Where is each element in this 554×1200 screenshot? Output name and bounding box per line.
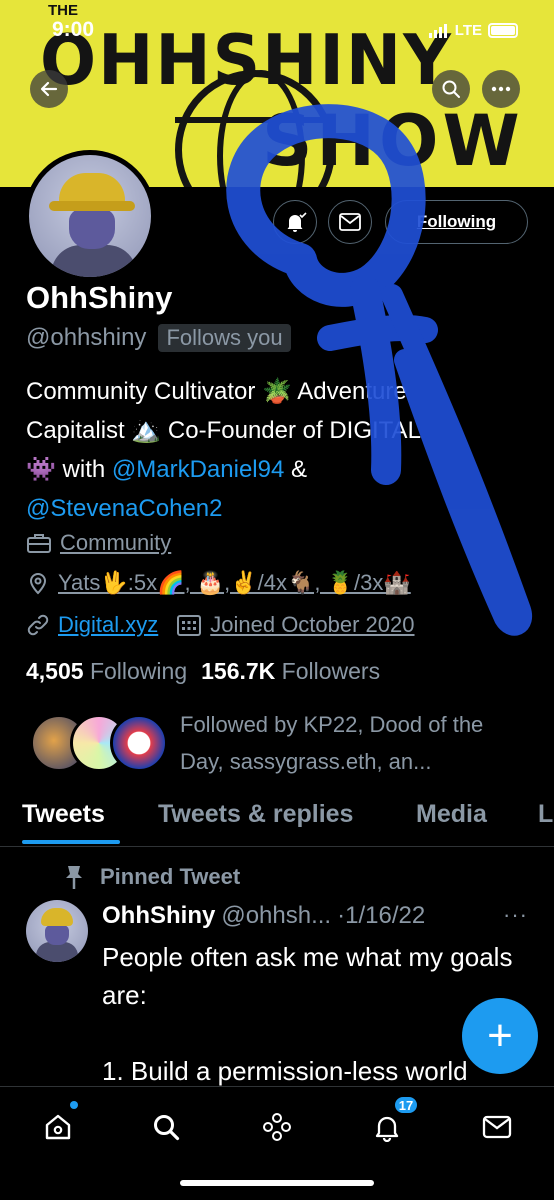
home-icon bbox=[45, 1114, 71, 1140]
bio-line-2: Capitalist 🏔️ Co-Founder of DIGITAL bbox=[26, 417, 421, 444]
followed-by-avatars[interactable] bbox=[30, 714, 170, 774]
signal-icon bbox=[428, 23, 447, 38]
more-options-button[interactable] bbox=[482, 70, 520, 108]
joined-date: Joined October 2020 bbox=[210, 612, 415, 637]
followers-stat[interactable]: 156.7K Followers bbox=[201, 658, 380, 685]
website-joined-row: Digital.xyz Joined October 2020 bbox=[26, 612, 415, 638]
handle-row: @ohhshiny Follows you bbox=[26, 324, 291, 352]
location-text[interactable]: Yats🖖:5x🌈, 🎂,✌️/4x🐐, 🍍/3x🏰 bbox=[58, 570, 411, 596]
bio-line-3: 👾 with @MarkDaniel94 & bbox=[26, 456, 308, 483]
search-icon bbox=[442, 80, 460, 98]
nav-spaces[interactable] bbox=[257, 1107, 297, 1147]
plus-icon: + bbox=[487, 1011, 513, 1060]
nav-search[interactable] bbox=[146, 1107, 186, 1147]
briefcase-icon bbox=[27, 534, 51, 553]
tweet-author-avatar[interactable] bbox=[26, 900, 88, 962]
location-icon bbox=[29, 573, 47, 595]
mention-link[interactable]: @MarkDaniel94 bbox=[112, 456, 284, 483]
tab-likes[interactable]: Likes bbox=[538, 800, 554, 829]
mention-link[interactable]: @StevenaCohen2 bbox=[26, 495, 223, 522]
tweet-body[interactable]: People often ask me what my goals are: 1… bbox=[102, 938, 522, 1090]
nav-home[interactable] bbox=[38, 1107, 78, 1147]
calendar-icon bbox=[177, 615, 202, 636]
back-button[interactable] bbox=[30, 70, 68, 108]
notifications-toggle-button[interactable] bbox=[273, 200, 317, 244]
following-button[interactable]: Following bbox=[385, 200, 528, 244]
category-link[interactable]: Community bbox=[60, 530, 171, 556]
avatar bbox=[110, 714, 168, 772]
home-new-indicator bbox=[70, 1101, 78, 1109]
tweet-date: ·1/16/22 bbox=[337, 902, 426, 929]
profile-avatar[interactable] bbox=[24, 150, 156, 282]
divider bbox=[0, 846, 554, 847]
tab-tweets[interactable]: Tweets bbox=[22, 800, 105, 829]
category-row: Community bbox=[26, 530, 171, 556]
website-link[interactable]: Digital.xyz bbox=[58, 612, 158, 638]
follows-you-badge: Follows you bbox=[158, 324, 291, 352]
tweet-more-button[interactable]: ··· bbox=[503, 902, 528, 928]
mail-icon bbox=[482, 1115, 512, 1139]
nav-messages[interactable] bbox=[477, 1107, 517, 1147]
active-tab-indicator bbox=[22, 840, 120, 844]
back-arrow-icon bbox=[40, 81, 58, 97]
tweet-author-handle: @ohhsh... bbox=[221, 902, 332, 929]
bell-check-icon bbox=[287, 212, 307, 232]
tab-media[interactable]: Media bbox=[416, 800, 487, 829]
mail-icon bbox=[339, 213, 361, 231]
follow-stats: 4,505 Following 156.7K Followers bbox=[26, 658, 380, 685]
notifications-badge: 17 bbox=[393, 1095, 419, 1115]
profile-name: OhhShiny bbox=[26, 280, 173, 315]
profile-bio: Community Cultivator 🪴 Adventure Capital… bbox=[26, 372, 526, 528]
status-indicators: LTE bbox=[428, 22, 518, 39]
battery-icon bbox=[488, 23, 518, 38]
following-stat[interactable]: 4,505 Following bbox=[26, 658, 187, 685]
tab-tweets-replies[interactable]: Tweets & replies bbox=[158, 800, 353, 829]
bell-icon bbox=[375, 1116, 399, 1142]
search-button[interactable] bbox=[432, 70, 470, 108]
pinned-label-row: Pinned Tweet bbox=[62, 864, 240, 890]
location-row: Yats🖖:5x🌈, 🎂,✌️/4x🐐, 🍍/3x🏰 bbox=[26, 570, 411, 596]
tweet-header: OhhShiny @ohhsh... ·1/16/22 bbox=[102, 902, 425, 930]
followed-by-text[interactable]: Followed by KP22, Dood of the Day, sassy… bbox=[180, 706, 530, 780]
compose-tweet-button[interactable]: + bbox=[462, 998, 538, 1074]
home-indicator bbox=[180, 1180, 374, 1186]
tweet-author-name[interactable]: OhhShiny bbox=[102, 902, 215, 930]
status-time: 9:00 bbox=[52, 18, 95, 41]
bio-line-1: Community Cultivator 🪴 Adventure bbox=[26, 378, 407, 405]
message-button[interactable] bbox=[328, 200, 372, 244]
network-label: LTE bbox=[454, 22, 482, 39]
more-icon bbox=[491, 86, 511, 92]
banner-subtitle: SHOW bbox=[262, 100, 524, 182]
search-icon bbox=[154, 1115, 180, 1141]
link-icon bbox=[27, 614, 49, 636]
pinned-label: Pinned Tweet bbox=[100, 864, 241, 889]
profile-tabs: Tweets Tweets & replies Media Likes bbox=[0, 796, 554, 846]
status-bar: 9:00 LTE bbox=[0, 0, 554, 62]
spaces-icon bbox=[263, 1113, 291, 1141]
pin-icon bbox=[66, 866, 82, 889]
bio-line-4: @StevenaCohen2 bbox=[26, 489, 526, 528]
profile-handle: @ohhshiny bbox=[26, 324, 147, 351]
